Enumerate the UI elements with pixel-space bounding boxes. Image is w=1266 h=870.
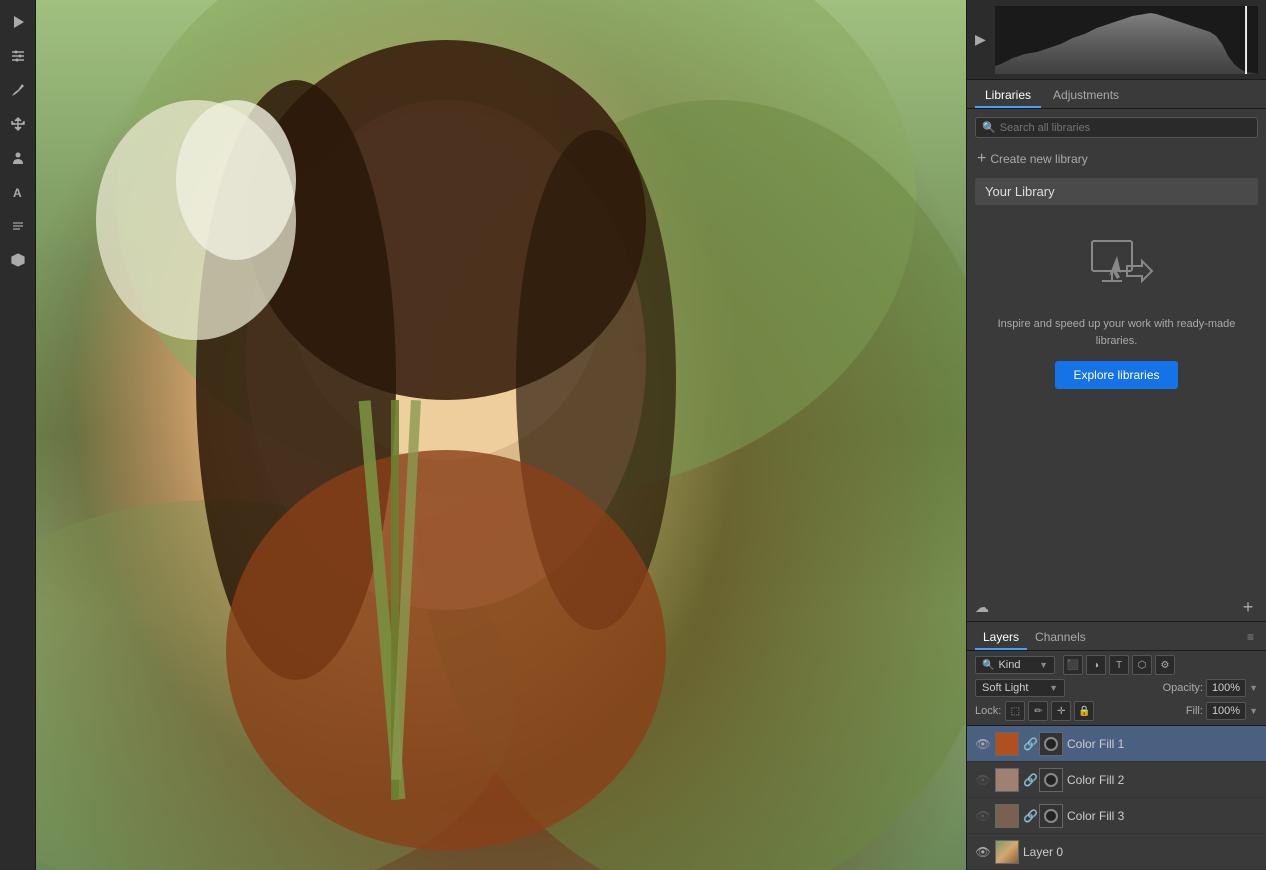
tab-adjustments[interactable]: Adjustments: [1043, 84, 1129, 108]
left-toolbar: A: [0, 0, 36, 870]
lock-draw-btn[interactable]: ✏: [1028, 701, 1048, 721]
layer-item-color-fill-1[interactable]: 👁 🔗 Color Fill 1: [967, 726, 1266, 762]
layer-mask-1: [1039, 732, 1063, 756]
create-library-label: Create new library: [990, 152, 1087, 166]
histogram-area: ▶: [967, 0, 1266, 80]
histogram-play-btn[interactable]: ▶: [975, 31, 991, 48]
layers-cloud-bar: ☁ +: [967, 593, 1266, 622]
play-tool[interactable]: [4, 8, 32, 36]
plus-icon: +: [977, 150, 986, 168]
opacity-label: Opacity:: [1163, 682, 1203, 694]
layer-visibility-0[interactable]: 👁: [975, 844, 991, 860]
layer-visibility-3[interactable]: 👁: [975, 808, 991, 824]
layer-chain-3: 🔗: [1023, 809, 1035, 823]
layers-row-lock: Lock: ⬚ ✏ ✛ 🔒 Fill: 100% ▼: [975, 701, 1258, 721]
search-icon: 🔍: [982, 121, 996, 134]
person-tool[interactable]: [4, 144, 32, 172]
fill-value[interactable]: 100%: [1206, 702, 1246, 720]
layer-visibility-2[interactable]: 👁: [975, 772, 991, 788]
mask-icon-1: [1044, 737, 1058, 751]
lock-all-btn[interactable]: 🔒: [1074, 701, 1094, 721]
blend-mode-label: Soft Light: [982, 682, 1028, 694]
layers-list: 👁 🔗 Color Fill 1 👁 🔗 Color Fill 2 👁 🔗: [967, 726, 1266, 870]
layers-controls: 🔍 Kind ▼ ⬛ ◑ T ⬡ ⚙ Soft Light ▼ Opacity:…: [967, 651, 1266, 726]
svg-text:A: A: [13, 186, 22, 200]
layer-item-layer-0[interactable]: 👁 Layer 0: [967, 834, 1266, 870]
histogram-canvas: [995, 6, 1258, 74]
library-tabs: Libraries Adjustments: [967, 80, 1266, 109]
type-tool[interactable]: A: [4, 178, 32, 206]
lock-pixel-btn[interactable]: ⬚: [1005, 701, 1025, 721]
arrows-tool[interactable]: [4, 110, 32, 138]
layer-chain-2: 🔗: [1023, 773, 1035, 787]
tab-channels[interactable]: Channels: [1027, 626, 1094, 650]
sliders-tool[interactable]: [4, 42, 32, 70]
filter-smart-icon[interactable]: ⚙: [1155, 655, 1175, 675]
right-panel: ▶ Libraries Adjustments 🔍: [966, 0, 1266, 870]
opacity-arrow-icon: ▼: [1249, 683, 1258, 693]
cube-tool[interactable]: [4, 246, 32, 274]
filter-pixel-icon[interactable]: ⬛: [1063, 655, 1083, 675]
paragraph-tool[interactable]: [4, 212, 32, 240]
layer-name-2: Color Fill 2: [1067, 773, 1258, 787]
create-library-button[interactable]: + Create new library: [975, 146, 1258, 172]
layer-thumb-2: [995, 768, 1019, 792]
opacity-group: Opacity: 100% ▼: [1163, 679, 1258, 697]
layers-tabs-bar: Layers Channels ≡: [967, 622, 1266, 651]
layer-item-color-fill-2[interactable]: 👁 🔗 Color Fill 2: [967, 762, 1266, 798]
lock-icons: ⬚ ✏ ✛ 🔒: [1005, 701, 1094, 721]
layer-thumb-1: [995, 732, 1019, 756]
library-promo: Inspire and speed up your work with read…: [975, 215, 1258, 405]
filter-shape-icon[interactable]: ⬡: [1132, 655, 1152, 675]
your-library-item[interactable]: Your Library: [975, 178, 1258, 205]
layers-menu-icon[interactable]: ≡: [1243, 626, 1258, 650]
filter-type-icon[interactable]: T: [1109, 655, 1129, 675]
search-input[interactable]: [1000, 122, 1251, 134]
explore-libraries-button[interactable]: Explore libraries: [1055, 361, 1177, 389]
layer-thumb-0: [995, 840, 1019, 864]
layer-name-1: Color Fill 1: [1067, 737, 1258, 751]
cloud-icon: ☁: [975, 599, 989, 616]
layer-mask-3: [1039, 804, 1063, 828]
library-section: 🔍 + Create new library Your Library: [967, 109, 1266, 593]
search-bar[interactable]: 🔍: [975, 117, 1258, 138]
layer-visibility-1[interactable]: 👁: [975, 736, 991, 752]
lock-position-btn[interactable]: ✛: [1051, 701, 1071, 721]
layer-filter-icons: ⬛ ◑ T ⬡ ⚙: [1063, 655, 1175, 675]
layers-row-blend: Soft Light ▼ Opacity: 100% ▼: [975, 679, 1258, 697]
layer-item-color-fill-3[interactable]: 👁 🔗 Color Fill 3: [967, 798, 1266, 834]
photo-background: [36, 0, 966, 870]
mask-icon-2: [1044, 773, 1058, 787]
layer-mask-2: [1039, 768, 1063, 792]
layer-name-3: Color Fill 3: [1067, 809, 1258, 823]
blend-mode-dropdown[interactable]: Soft Light ▼: [975, 679, 1065, 697]
opacity-value[interactable]: 100%: [1206, 679, 1246, 697]
tab-layers[interactable]: Layers: [975, 626, 1027, 650]
kind-dropdown[interactable]: 🔍 Kind ▼: [975, 656, 1055, 674]
brush-tool[interactable]: [4, 76, 32, 104]
fill-group: Fill: 100% ▼: [1186, 702, 1258, 720]
add-layer-button[interactable]: +: [1238, 597, 1258, 617]
fill-label: Fill:: [1186, 705, 1203, 717]
mask-icon-3: [1044, 809, 1058, 823]
library-promo-icon: [1077, 231, 1157, 304]
layer-chain-1: 🔗: [1023, 737, 1035, 751]
photo-canvas: [36, 0, 966, 870]
canvas-area[interactable]: [36, 0, 966, 870]
kind-arrow-icon: ▼: [1039, 660, 1048, 670]
layer-thumb-3: [995, 804, 1019, 828]
fill-arrow-icon: ▼: [1249, 706, 1258, 716]
tab-libraries[interactable]: Libraries: [975, 84, 1041, 108]
filter-adjust-icon[interactable]: ◑: [1086, 655, 1106, 675]
kind-label: Kind: [998, 659, 1020, 671]
lock-label: Lock:: [975, 705, 1001, 717]
blend-arrow-icon: ▼: [1049, 683, 1058, 693]
layer-name-0: Layer 0: [1023, 845, 1258, 859]
layers-row-kind: 🔍 Kind ▼ ⬛ ◑ T ⬡ ⚙: [975, 655, 1258, 675]
library-promo-description: Inspire and speed up your work with read…: [983, 316, 1250, 349]
